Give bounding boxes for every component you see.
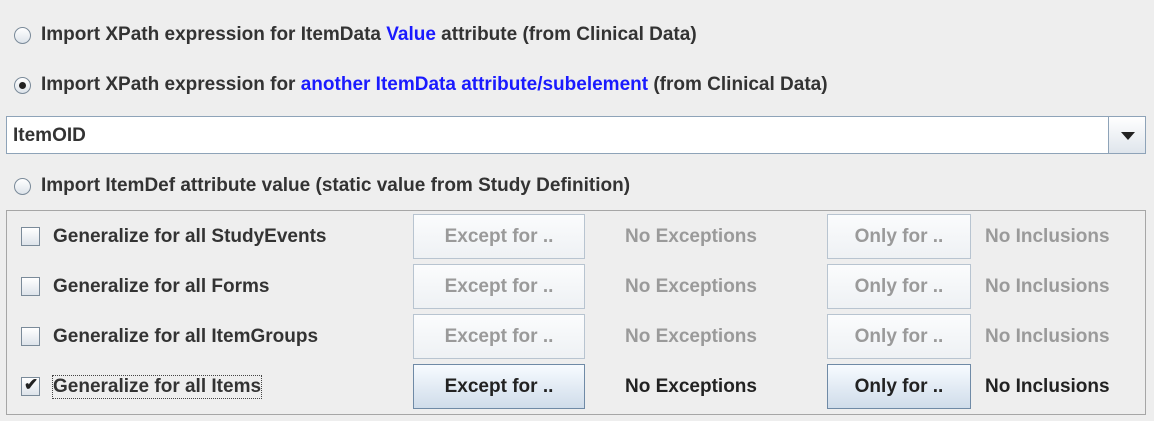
inclusions-status: No Inclusions bbox=[985, 376, 1110, 397]
radio-label-suffix: (from Clinical Data) bbox=[648, 74, 828, 95]
radio-indicator-selected[interactable] bbox=[14, 76, 31, 94]
checkbox-itemgroups[interactable] bbox=[21, 327, 40, 346]
except-for-button[interactable]: Except for .. bbox=[413, 314, 585, 359]
radio-label-prefix: Import XPath expression for bbox=[41, 74, 301, 95]
generalize-row-itemgroups: Generalize for all ItemGroups Except for… bbox=[7, 312, 1147, 362]
inclusions-status: No Inclusions bbox=[985, 276, 1110, 297]
chevron-down-icon[interactable] bbox=[1108, 117, 1145, 153]
checkbox-items[interactable] bbox=[21, 375, 40, 396]
checkbox-label: Generalize for all ItemGroups bbox=[53, 326, 319, 347]
generalize-row-forms: Generalize for all Forms Except for .. N… bbox=[7, 262, 1147, 312]
radio-label-suffix: attribute (from Clinical Data) bbox=[435, 24, 697, 45]
only-for-button[interactable]: Only for .. bbox=[827, 364, 971, 409]
radio-label-prefix: Import XPath expression for ItemData bbox=[41, 24, 387, 45]
combobox-selected-value: ItemOID bbox=[13, 125, 86, 146]
generalize-panel: Generalize for all StudyEvents Except fo… bbox=[6, 210, 1146, 415]
exceptions-status: No Exceptions bbox=[625, 226, 757, 247]
exceptions-status: No Exceptions bbox=[625, 276, 757, 297]
checkbox-label: Generalize for all Forms bbox=[53, 276, 270, 297]
only-for-button[interactable]: Only for .. bbox=[827, 314, 971, 359]
exceptions-status: No Exceptions bbox=[625, 376, 757, 397]
inclusions-status: No Inclusions bbox=[985, 226, 1110, 247]
attribute-combobox[interactable]: ItemOID bbox=[6, 116, 1146, 154]
radio-indicator[interactable] bbox=[14, 177, 31, 195]
radio-import-value-attribute[interactable]: Import XPath expression for ItemData Val… bbox=[14, 24, 697, 46]
except-for-button[interactable]: Except for .. bbox=[413, 264, 585, 309]
radio-label-highlight: another ItemData attribute/subelement bbox=[300, 74, 649, 95]
radio-import-itemdef-attribute[interactable]: Import ItemDef attribute value (static v… bbox=[14, 175, 630, 197]
checkbox-label: Generalize for all Items bbox=[51, 375, 263, 399]
generalize-row-items: Generalize for all Items Except for .. N… bbox=[7, 362, 1147, 412]
except-for-button[interactable]: Except for .. bbox=[413, 364, 585, 409]
only-for-button[interactable]: Only for .. bbox=[827, 214, 971, 259]
inclusions-status: No Inclusions bbox=[985, 326, 1110, 347]
except-for-button[interactable]: Except for .. bbox=[413, 214, 585, 259]
radio-label-highlight: Value bbox=[386, 24, 436, 45]
exceptions-status: No Exceptions bbox=[625, 326, 757, 347]
checkbox-forms[interactable] bbox=[21, 277, 40, 296]
radio-import-other-attribute[interactable]: Import XPath expression for another Item… bbox=[14, 74, 828, 96]
checkbox-studyevents[interactable] bbox=[21, 227, 40, 246]
generalize-row-studyevents: Generalize for all StudyEvents Except fo… bbox=[7, 212, 1147, 262]
checkbox-label: Generalize for all StudyEvents bbox=[53, 226, 327, 247]
only-for-button[interactable]: Only for .. bbox=[827, 264, 971, 309]
radio-indicator[interactable] bbox=[14, 26, 31, 44]
radio-label: Import ItemDef attribute value (static v… bbox=[41, 175, 631, 196]
